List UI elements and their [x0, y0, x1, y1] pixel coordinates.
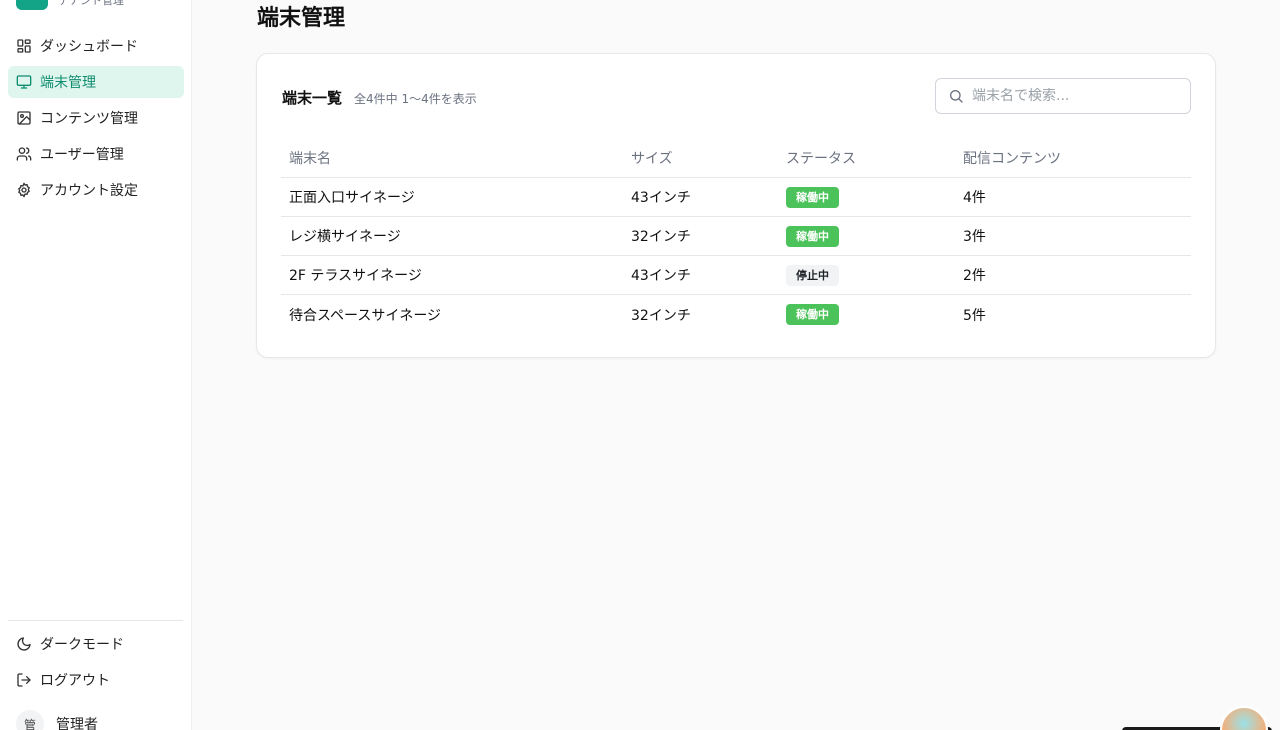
moon-icon [16, 636, 32, 652]
search-input[interactable] [972, 88, 1172, 104]
table-row[interactable]: レジ横サイネージ 32インチ 稼働中 3件 [281, 217, 1191, 256]
sidebar-item-devices[interactable]: 端末管理 [8, 66, 184, 98]
status-cell: 稼働中 [778, 225, 955, 247]
gear-icon [16, 182, 32, 198]
device-name: 待合スペースサイネージ [289, 307, 442, 324]
monitor-icon [16, 74, 32, 90]
table-row[interactable]: 正面入口サイネージ 43インチ 稼働中 4件 [281, 178, 1191, 217]
result-count: 全4件中 1〜4件を表示 [354, 92, 477, 106]
content-count: 4件 [963, 190, 986, 206]
devices-table: 端末名 サイズ ステータス 配信コンテンツ 正面入口サイネージ 43インチ 稼働… [281, 138, 1191, 334]
page-title: 端末管理 [257, 6, 346, 31]
sidebar: テナント管理 ダッシュボード 端末管理 コンテンツ管理 ユーザー管理 アカウント… [0, 0, 192, 730]
content-count: 2件 [963, 268, 986, 284]
sidebar-item-label: ダッシュボード [40, 39, 138, 55]
device-size: 32インチ [631, 229, 691, 245]
sidebar-item-label: 端末管理 [40, 75, 96, 91]
brand-logo [16, 0, 48, 10]
column-header-name[interactable]: 端末名 [281, 148, 623, 168]
device-name: 2F テラスサイネージ [289, 268, 422, 284]
card-title: 端末一覧 [282, 89, 343, 107]
search-box[interactable] [935, 78, 1191, 114]
dark-mode-toggle[interactable]: ダークモード [8, 628, 184, 660]
status-badge: 停止中 [786, 264, 839, 286]
sidebar-nav: ダッシュボード 端末管理 コンテンツ管理 ユーザー管理 アカウント設定 [8, 30, 184, 210]
sidebar-item-label: ユーザー管理 [40, 147, 124, 163]
table-row[interactable]: 2F テラスサイネージ 43インチ 停止中 2件 [281, 256, 1191, 295]
column-header-content[interactable]: 配信コンテンツ [955, 148, 1191, 168]
sidebar-divider [8, 620, 183, 621]
table-header: 端末名 サイズ ステータス 配信コンテンツ [281, 138, 1191, 178]
sidebar-item-account-settings[interactable]: アカウント設定 [8, 174, 184, 206]
status-cell: 稼働中 [778, 304, 955, 325]
sidebar-item-label: アカウント設定 [40, 183, 138, 199]
sidebar-item-contents[interactable]: コンテンツ管理 [8, 102, 184, 134]
logout-icon [16, 672, 32, 688]
sidebar-bottom: ダークモード ログアウト [8, 628, 184, 700]
status-cell: 停止中 [778, 264, 955, 286]
column-header-size[interactable]: サイズ [623, 148, 778, 168]
device-size: 43インチ [631, 190, 691, 206]
column-header-status[interactable]: ステータス [778, 148, 955, 168]
table-row[interactable]: 待合スペースサイネージ 32インチ 稼働中 5件 [281, 295, 1191, 334]
user-name: 管理者 [56, 717, 98, 730]
user-profile[interactable]: 管 管理者 [16, 710, 98, 730]
logout-button[interactable]: ログアウト [8, 664, 184, 696]
logout-label: ログアウト [40, 673, 110, 689]
brand: テナント管理 [16, 0, 124, 10]
avatar: 管 [16, 710, 44, 730]
device-size: 43インチ [631, 268, 691, 284]
content-count: 3件 [963, 229, 986, 245]
devices-card: 端末一覧 全4件中 1〜4件を表示 端末名 サイズ ステータス 配信コンテンツ … [256, 53, 1216, 358]
content-count: 5件 [963, 307, 986, 324]
brand-subtitle: テナント管理 [58, 0, 124, 7]
device-name: 正面入口サイネージ [289, 190, 415, 206]
sidebar-item-label: コンテンツ管理 [40, 111, 138, 127]
card-header: 端末一覧 全4件中 1〜4件を表示 [282, 87, 477, 108]
device-size: 32インチ [631, 307, 691, 324]
dashboard-icon [16, 38, 32, 54]
sidebar-item-dashboard[interactable]: ダッシュボード [8, 30, 184, 62]
search-icon [948, 88, 964, 104]
image-icon [16, 110, 32, 126]
status-badge: 稼働中 [786, 186, 839, 208]
sidebar-item-users[interactable]: ユーザー管理 [8, 138, 184, 170]
device-name: レジ横サイネージ [289, 229, 401, 245]
dark-mode-label: ダークモード [40, 637, 124, 653]
users-icon [16, 146, 32, 162]
status-badge: 稼働中 [786, 225, 839, 247]
status-badge: 稼働中 [786, 304, 839, 325]
status-cell: 稼働中 [778, 186, 955, 208]
assistant-bubble-icon[interactable] [1220, 706, 1268, 730]
